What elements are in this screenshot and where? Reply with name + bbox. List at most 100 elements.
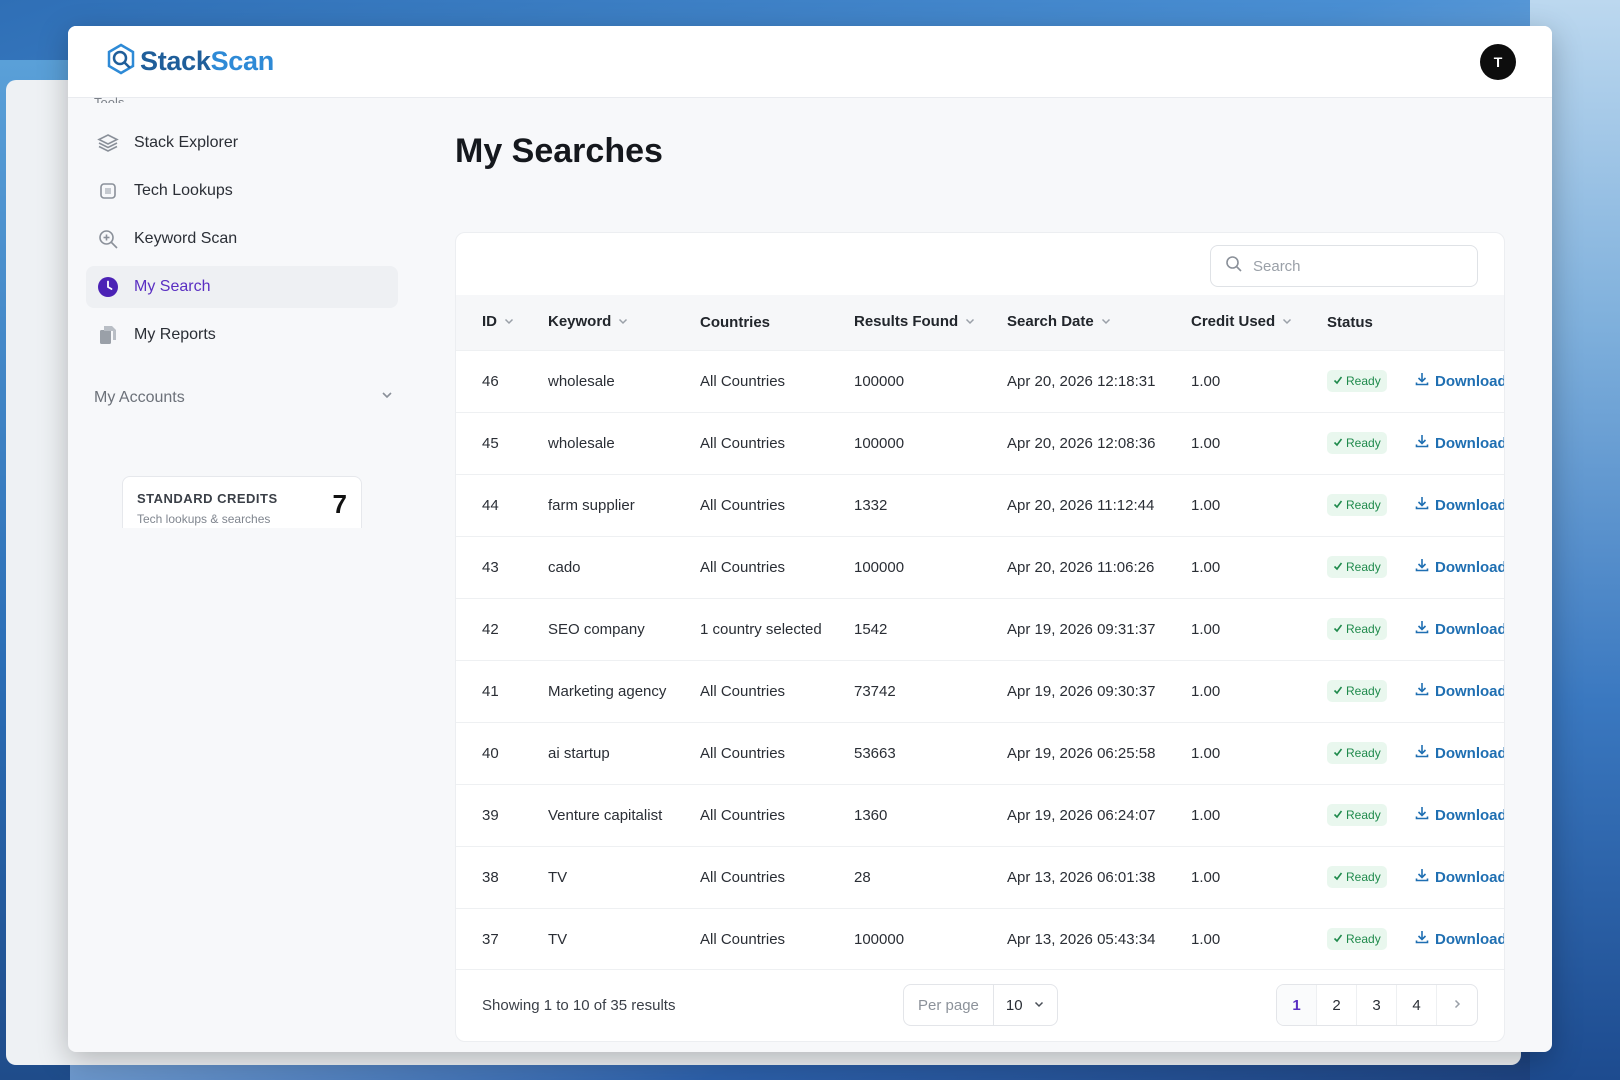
per-page-label: Per page [904,985,994,1025]
stackscan-logo-icon [106,43,136,80]
cell-action: Download [1388,412,1504,474]
search-field[interactable] [1210,245,1478,287]
sidebar-item-label: Tech Lookups [134,182,233,199]
download-link[interactable]: Download [1414,371,1505,391]
cell-credit: 1.00 [1191,558,1221,576]
status-text: Ready [1346,560,1381,574]
cell-action: Download [1388,536,1504,598]
status-badge: Ready [1327,556,1387,578]
cell-results: 53663 [854,744,896,762]
cell-date: Apr 19, 2026 09:30:37 [1007,682,1156,700]
credits-subtitle: Tech lookups & searches [137,512,271,526]
brand-logo[interactable]: StackScan [106,43,274,80]
chevron-down-icon [964,314,976,331]
download-link[interactable]: Download [1414,681,1504,701]
download-link[interactable]: Download [1414,557,1504,577]
column-header-countries: Countries [674,295,828,350]
download-label: Download [1435,806,1505,824]
page-button-2[interactable]: 2 [1317,985,1357,1025]
cell-countries: All Countries [700,434,786,452]
column-header-label: Countries [700,313,771,331]
download-label: Download [1435,620,1505,638]
download-icon [1414,867,1430,887]
check-icon [1333,374,1343,388]
download-link[interactable]: Download [1414,433,1504,453]
sidebar-item-my-reports[interactable]: My Reports [86,314,398,356]
column-header-label: Credit Used [1191,313,1276,331]
cell-results: 100000 [854,372,905,390]
credits-count: 7 [332,489,347,519]
check-icon [1333,622,1343,636]
top-bar: StackScan T [68,26,1552,98]
cell-date: Apr 13, 2026 06:01:38 [1007,868,1156,886]
download-label: Download [1435,496,1505,514]
page-button-1[interactable]: 1 [1277,985,1317,1025]
cell-status: Ready [1301,846,1388,908]
per-page-select[interactable]: Per page 10 [903,984,1058,1026]
my-accounts-label: My Accounts [94,388,185,406]
download-link[interactable]: Download [1414,743,1504,763]
download-label: Download [1435,372,1505,390]
cell-date: Apr 19, 2026 09:31:37 [1007,620,1156,638]
download-link[interactable]: Download [1414,619,1505,639]
zoom-in-icon [96,227,120,251]
cell-results: 100000 [854,930,905,948]
cell-date: Apr 19, 2026 06:24:07 [1007,806,1156,824]
column-header-credit-used[interactable]: Credit Used [1165,295,1301,350]
page-button-3[interactable]: 3 [1357,985,1397,1025]
sidebar-item-my-search[interactable]: My Search [86,266,398,308]
search-input[interactable] [1253,257,1453,275]
download-link[interactable]: Download [1414,495,1505,515]
download-icon [1414,681,1430,701]
column-header-keyword[interactable]: Keyword [522,295,674,350]
next-page-button[interactable] [1437,985,1477,1025]
status-badge: Ready [1327,494,1387,516]
cell-action: Download [1388,350,1505,412]
table-header-row: ID Keyword Countries Results Found Searc… [456,295,1504,350]
chevron-down-icon [503,314,515,331]
sidebar-nav: Stack Explorer Tech Lookups Keyword Scan… [86,122,398,362]
sidebar-item-tech-lookups[interactable]: Tech Lookups [86,170,398,212]
download-link[interactable]: Download [1414,867,1504,887]
brand-name-part2: Scan [210,46,275,76]
cell-status: Ready [1301,474,1388,536]
cell-id: 46 [482,372,499,390]
download-icon [1414,743,1430,763]
per-page-value-wrap[interactable]: 10 [994,997,1057,1014]
cell-keyword: ai startup [548,744,610,762]
cell-action: Download [1388,660,1504,722]
cell-status: Ready [1301,350,1388,412]
page-button-4[interactable]: 4 [1397,985,1437,1025]
cell-keyword: TV [548,868,568,886]
sidebar-item-stack-explorer[interactable]: Stack Explorer [86,122,398,164]
download-icon [1414,433,1430,453]
column-header-id[interactable]: ID [456,295,522,350]
cell-action: Download [1388,474,1505,536]
sidebar-item-keyword-scan[interactable]: Keyword Scan [86,218,398,260]
cell-credit: 1.00 [1191,372,1221,390]
status-badge: Ready [1327,742,1387,764]
download-icon [1414,371,1430,391]
status-text: Ready [1346,622,1381,636]
my-accounts-toggle[interactable]: My Accounts [94,388,394,407]
status-badge: Ready [1327,618,1387,640]
cell-results: 100000 [854,558,905,576]
cell-date: Apr 20, 2026 12:08:36 [1007,434,1156,452]
cell-countries: All Countries [700,558,786,576]
column-header-search-date[interactable]: Search Date [981,295,1165,350]
cell-date: Apr 13, 2026 05:43:34 [1007,930,1156,948]
download-link[interactable]: Download [1414,929,1504,949]
check-icon [1333,498,1343,512]
download-link[interactable]: Download [1414,805,1505,825]
brand-name-part1: Stack [140,46,211,76]
column-header-results-found[interactable]: Results Found [828,295,981,350]
chevron-down-icon [380,388,394,407]
sidebar-item-label: Stack Explorer [134,134,239,151]
brand-name: StackScan [140,46,274,77]
cell-credit: 1.00 [1191,434,1221,452]
cell-countries: All Countries [700,744,786,762]
chevron-down-icon [1033,997,1045,1014]
table-row: 39 Venture capitalist All Countries 1360 Apr… [456,784,1505,846]
user-avatar[interactable]: T [1480,43,1516,80]
cell-id: 41 [482,682,499,700]
